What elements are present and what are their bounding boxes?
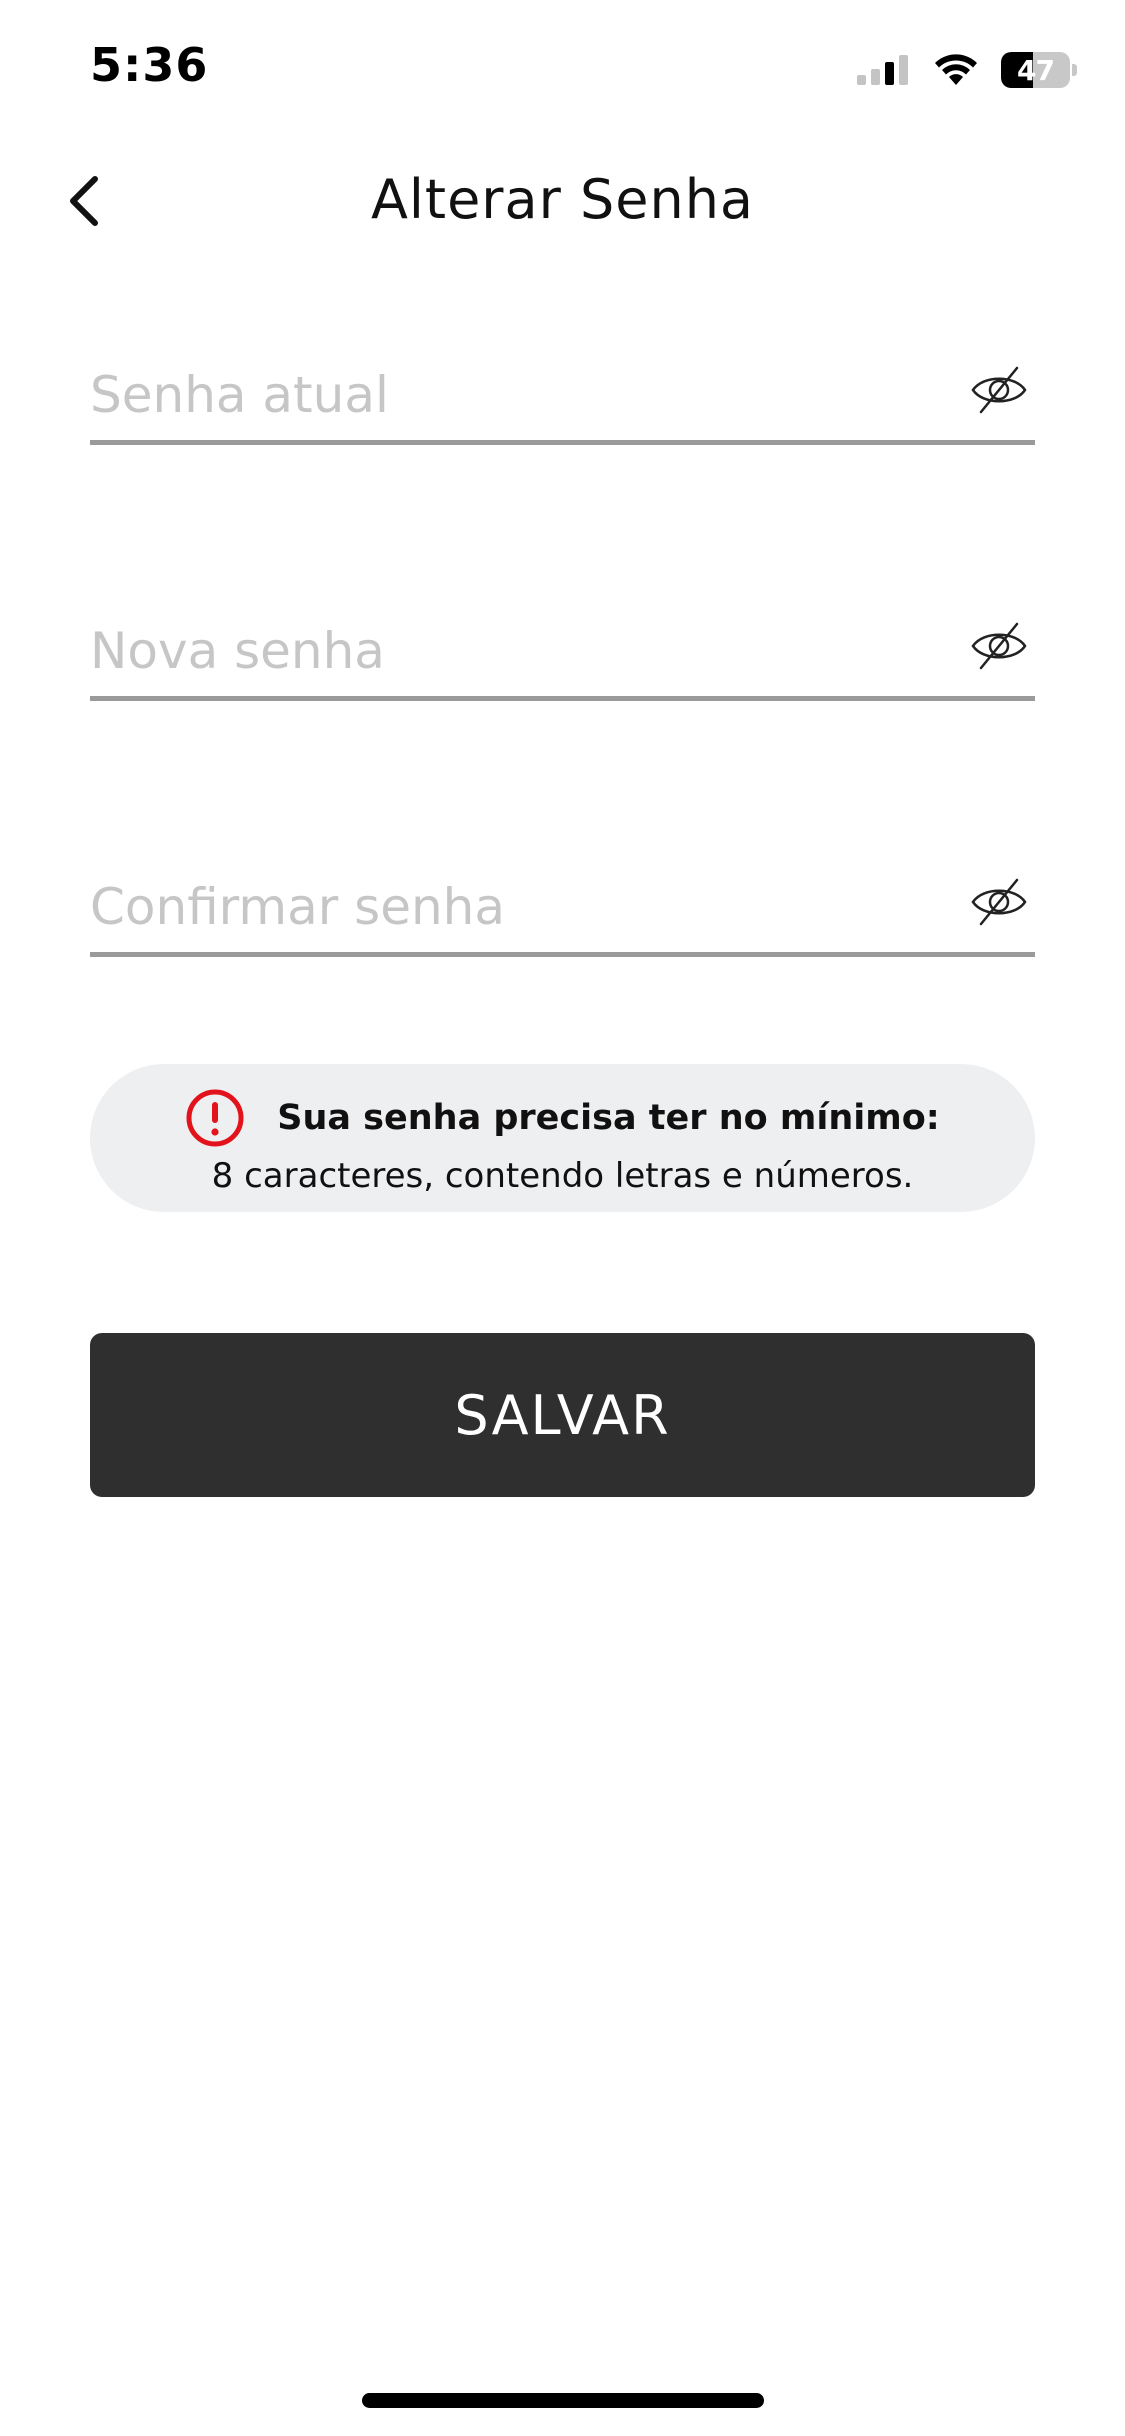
password-requirements-title: Sua senha precisa ter no mínimo: bbox=[277, 1098, 940, 1138]
signal-icon bbox=[857, 55, 908, 85]
new-password-input[interactable] bbox=[90, 616, 930, 686]
eye-off-icon bbox=[971, 622, 1027, 670]
password-requirements-box: Sua senha precisa ter no mínimo: 8 carac… bbox=[90, 1064, 1035, 1212]
alert-circle-icon bbox=[185, 1088, 245, 1148]
page-title: Alterar Senha bbox=[370, 168, 755, 231]
wifi-icon bbox=[935, 54, 977, 85]
confirm-password-field bbox=[90, 852, 1035, 957]
battery-icon: 47 bbox=[1001, 51, 1077, 89]
battery-level: 47 bbox=[1017, 53, 1055, 87]
battery-cap bbox=[1072, 64, 1077, 76]
status-bar: 5:36 47 bbox=[0, 0, 1125, 140]
current-password-visibility-toggle[interactable] bbox=[967, 362, 1031, 418]
header: Alterar Senha bbox=[0, 140, 1125, 260]
new-password-visibility-toggle[interactable] bbox=[967, 618, 1031, 674]
eye-off-icon bbox=[971, 878, 1027, 926]
current-password-input[interactable] bbox=[90, 360, 930, 430]
home-indicator[interactable] bbox=[362, 2393, 764, 2408]
battery-body: 47 bbox=[1001, 52, 1071, 88]
password-requirements-header: Sua senha precisa ter no mínimo: bbox=[90, 1088, 1035, 1148]
confirm-password-input[interactable] bbox=[90, 872, 930, 942]
new-password-field bbox=[90, 596, 1035, 701]
current-password-field bbox=[90, 340, 1035, 445]
status-icons: 47 bbox=[857, 48, 1077, 92]
confirm-password-visibility-toggle[interactable] bbox=[967, 874, 1031, 930]
save-button[interactable]: SALVAR bbox=[90, 1333, 1035, 1497]
password-requirements-text: 8 caracteres, contendo letras e números. bbox=[211, 1156, 914, 1196]
status-time: 5:36 bbox=[90, 38, 209, 92]
eye-off-icon bbox=[971, 366, 1027, 414]
